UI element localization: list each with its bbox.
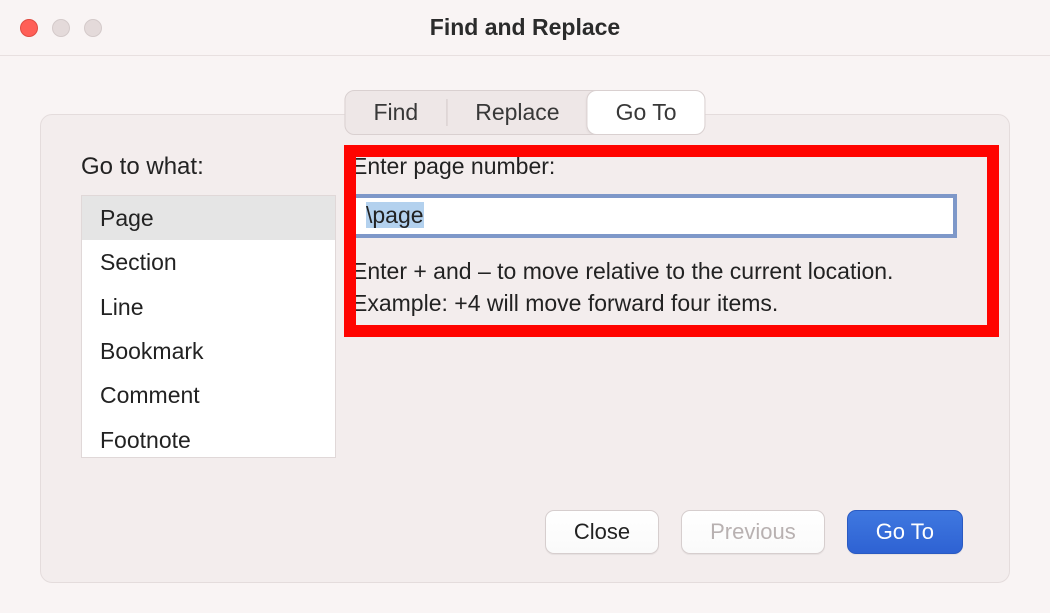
main-panel: Find Replace Go To Go to what: Page Sect… xyxy=(40,114,1010,583)
close-window-button[interactable] xyxy=(20,19,38,37)
maximize-window-button[interactable] xyxy=(84,19,102,37)
list-item[interactable]: Footnote xyxy=(82,418,335,458)
tab-replace[interactable]: Replace xyxy=(447,91,587,134)
go-to-what-list[interactable]: Page Section Line Bookmark Comment Footn… xyxy=(81,195,336,458)
previous-button: Previous xyxy=(681,510,825,554)
list-item[interactable]: Page xyxy=(82,196,335,240)
traffic-lights xyxy=(20,19,102,37)
page-number-label: Enter page number: xyxy=(352,153,969,180)
tab-bar: Find Replace Go To xyxy=(344,90,705,135)
page-number-input[interactable]: \page xyxy=(352,194,957,238)
button-row: Close Previous Go To xyxy=(81,510,969,554)
list-item[interactable]: Comment xyxy=(82,373,335,417)
close-button[interactable]: Close xyxy=(545,510,659,554)
tab-find[interactable]: Find xyxy=(345,91,446,134)
help-text: Enter + and – to move relative to the cu… xyxy=(352,256,957,319)
tab-goto[interactable]: Go To xyxy=(587,90,706,135)
dialog-body: Find Replace Go To Go to what: Page Sect… xyxy=(0,56,1050,613)
content-row: Go to what: Page Section Line Bookmark C… xyxy=(81,153,969,458)
list-item[interactable]: Bookmark xyxy=(82,329,335,373)
minimize-window-button[interactable] xyxy=(52,19,70,37)
title-bar: Find and Replace xyxy=(0,0,1050,56)
go-to-what-column: Go to what: Page Section Line Bookmark C… xyxy=(81,153,336,458)
list-item[interactable]: Line xyxy=(82,285,335,329)
window-title: Find and Replace xyxy=(0,14,1050,41)
list-item[interactable]: Section xyxy=(82,240,335,284)
input-column: Enter page number: \page Enter + and – t… xyxy=(352,153,969,323)
go-to-what-label: Go to what: xyxy=(81,153,336,181)
go-to-button[interactable]: Go To xyxy=(847,510,963,554)
